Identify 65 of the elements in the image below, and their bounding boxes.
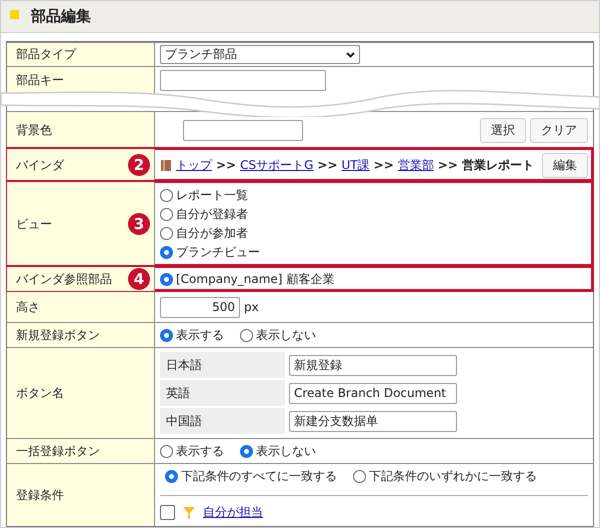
color-field[interactable] (183, 120, 303, 140)
type-select[interactable]: ブランチ部品 (160, 45, 360, 64)
radio-option[interactable]: 表示する (160, 442, 224, 460)
button-name-field[interactable]: 新建分支数据单 (289, 410, 457, 432)
field-label: バインダ参照部品 (16, 270, 112, 288)
binder-icon (160, 158, 172, 172)
breadcrumb-text: >> (317, 158, 338, 172)
radio-button[interactable] (160, 227, 173, 240)
breadcrumb-text: >> (438, 158, 458, 172)
radio-option[interactable]: 表示しない (240, 326, 316, 344)
chevron-icon (346, 52, 355, 58)
language-label: 英語 (160, 380, 285, 406)
breadcrumb-text: >> (374, 158, 394, 172)
radio-option[interactable]: 表示しない (240, 442, 316, 460)
language-label: 中国語 (160, 408, 285, 434)
breadcrumb-link[interactable]: CSサポートG (240, 156, 314, 174)
unit-label: px (244, 300, 259, 314)
breadcrumb-link[interactable]: トップ (176, 156, 212, 174)
breadcrumb-text: 営業レポート (462, 156, 534, 174)
radio-button[interactable] (160, 189, 173, 202)
radio-button[interactable] (165, 470, 178, 483)
filter-link[interactable]: 自分が担当 (203, 504, 263, 521)
filter-icon (183, 506, 195, 520)
field-label: 一括登録ボタン (16, 442, 100, 460)
radio-option[interactable]: 下記条件のいずれかに一致する (353, 468, 537, 485)
page-title: 部品編集 (31, 7, 91, 26)
radio-button[interactable] (160, 328, 173, 342)
radio-option[interactable]: ブランチビュー (160, 244, 260, 261)
radio-option[interactable]: 下記条件のすべてに一致する (165, 468, 337, 485)
callout-number: 2 (128, 154, 150, 176)
radio-option[interactable]: [Company_name] 顧客企業 (160, 270, 334, 288)
radio-button[interactable] (240, 328, 253, 342)
action-button[interactable]: 選択 (480, 118, 526, 142)
button-name-field[interactable]: 新規登録 (289, 354, 457, 376)
radio-option[interactable]: レポート一覧 (160, 187, 248, 204)
field-label: 部品キー (16, 72, 64, 88)
radio-option[interactable]: 自分が参加者 (160, 225, 248, 242)
radio-button[interactable] (353, 470, 366, 483)
callout-number: 3 (128, 213, 150, 235)
callout-number: 4 (128, 268, 150, 290)
language-label: 日本語 (160, 352, 285, 378)
field-label: バインダ (16, 156, 64, 174)
breadcrumb-link[interactable]: 営業部 (398, 156, 434, 174)
radio-button[interactable] (160, 444, 173, 458)
checkbox[interactable] (160, 505, 175, 520)
action-button[interactable]: クリア (530, 118, 588, 142)
breadcrumb-text: >> (216, 158, 236, 172)
radio-button[interactable] (160, 246, 173, 259)
radio-option[interactable]: 表示する (160, 326, 224, 344)
height-field[interactable]: 500 (160, 296, 240, 318)
field-label: 部品タイプ (16, 46, 76, 63)
field-label: ボタン名 (16, 384, 64, 402)
edit-button[interactable]: 編集 (542, 152, 588, 178)
breadcrumb-link[interactable]: UT課 (342, 156, 370, 174)
radio-option[interactable]: 自分が登録者 (160, 206, 248, 223)
field-label: 登録条件 (16, 486, 64, 504)
field-label: 背景色 (16, 122, 52, 138)
radio-button[interactable] (160, 208, 173, 221)
field-label: 新規登録ボタン (16, 326, 100, 344)
field-label: ビュー (16, 216, 52, 232)
radio-button[interactable] (240, 444, 253, 458)
button-name-field[interactable]: Create Branch Document (289, 382, 457, 404)
field-label: 高さ (16, 298, 40, 316)
input-field[interactable] (160, 70, 326, 90)
radio-button[interactable] (160, 272, 173, 286)
